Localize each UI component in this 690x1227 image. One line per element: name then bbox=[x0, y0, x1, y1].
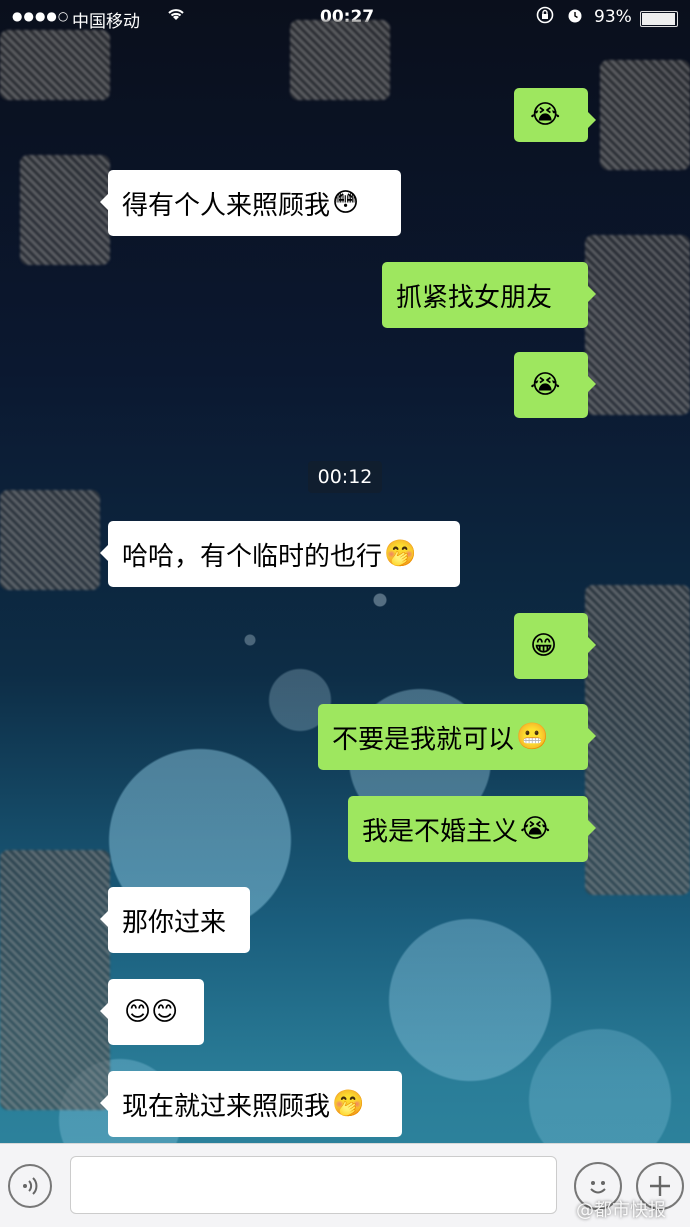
crying-laughing-emoji: 😭 bbox=[530, 100, 561, 130]
chat-bubble-sent[interactable]: 😭 bbox=[514, 88, 596, 142]
redacted-area bbox=[0, 30, 110, 100]
message-text: 那你过来 bbox=[122, 907, 227, 938]
chat-bubble-sent[interactable]: 抓紧找女朋友 bbox=[382, 262, 596, 328]
watermark: @都市快报 bbox=[576, 1200, 666, 1221]
hand-over-mouth-emoji: 🤭 bbox=[384, 539, 417, 569]
battery-icon bbox=[640, 11, 678, 27]
chat-bubble-received[interactable]: 哈哈，有个临时的也行 🤭 bbox=[100, 521, 460, 587]
battery-fill bbox=[642, 13, 676, 25]
rotation-lock-icon bbox=[536, 6, 554, 28]
redacted-area bbox=[290, 20, 390, 100]
crying-laughing-emoji: 😭 bbox=[520, 814, 551, 844]
redacted-avatar bbox=[585, 235, 690, 415]
smiling-emoji: 😊😊 bbox=[124, 997, 179, 1027]
battery-percent: 93% bbox=[594, 7, 632, 27]
flushed-emoji: 😳 bbox=[332, 188, 360, 218]
chat-bubble-received[interactable]: 那你过来 bbox=[100, 887, 250, 953]
message-text: 得有个人来照顾我 bbox=[122, 190, 331, 221]
message-text: 我是不婚主义 bbox=[362, 816, 519, 847]
chat-bubble-sent[interactable]: 不要是我就可以 😬 bbox=[318, 704, 596, 770]
carrier-name: 中国移动 bbox=[72, 12, 140, 32]
redacted-avatar bbox=[0, 850, 110, 1110]
redacted-avatar bbox=[585, 585, 690, 895]
signal-strength: ●●●●○ bbox=[12, 9, 70, 23]
chat-bubble-sent[interactable]: 😭 bbox=[514, 352, 596, 418]
hand-over-mouth-emoji: 🤭 bbox=[332, 1089, 365, 1119]
message-text: 不要是我就可以 bbox=[332, 724, 515, 755]
crying-laughing-emoji: 😭 bbox=[530, 370, 561, 400]
chat-bubble-received[interactable]: 😊😊 bbox=[100, 979, 204, 1045]
wifi-icon bbox=[166, 6, 186, 26]
message-text: 哈哈，有个临时的也行 bbox=[122, 541, 383, 572]
voice-icon[interactable] bbox=[8, 1164, 52, 1208]
chat-timestamp: 00:12 bbox=[308, 461, 382, 493]
redacted-avatar bbox=[20, 155, 110, 265]
redacted-avatar bbox=[0, 490, 100, 590]
alarm-icon bbox=[566, 6, 584, 28]
message-input[interactable] bbox=[70, 1156, 557, 1214]
chat-bubble-received[interactable]: 得有个人来照顾我 😳 bbox=[100, 170, 401, 236]
grimacing-emoji: 😬 bbox=[516, 722, 549, 752]
grinning-emoji: 😁 bbox=[530, 631, 558, 661]
chat-bubble-sent[interactable]: 我是不婚主义 😭 bbox=[348, 796, 596, 862]
chat-bubble-sent[interactable]: 😁 bbox=[514, 613, 596, 679]
message-text: 抓紧找女朋友 bbox=[396, 282, 553, 313]
chat-bubble-received[interactable]: 现在就过来照顾我 🤭 bbox=[100, 1071, 402, 1137]
message-text: 现在就过来照顾我 bbox=[122, 1091, 331, 1122]
redacted-avatar bbox=[600, 60, 690, 170]
